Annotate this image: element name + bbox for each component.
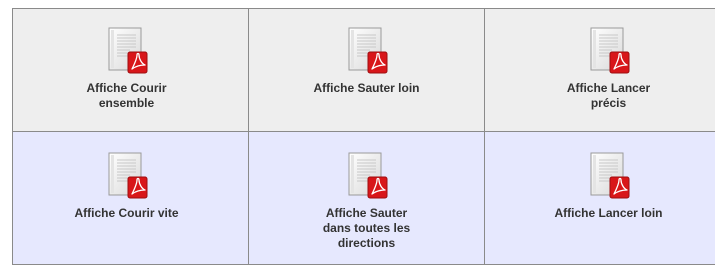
download-cell-lancer-precis[interactable]: Affiche Lancer précis <box>485 9 715 132</box>
download-label[interactable]: Affiche Sauter loin <box>302 81 432 96</box>
pdf-document-icon[interactable] <box>588 27 630 75</box>
grid-row: Affiche Courir ensemble Affiche Sauter l… <box>13 9 715 132</box>
pdf-document-icon[interactable] <box>346 152 388 200</box>
download-label[interactable]: Affiche Sauter dans toutes les direction… <box>302 206 432 251</box>
download-cell-courir-ensemble[interactable]: Affiche Courir ensemble <box>13 9 249 132</box>
pdf-document-icon[interactable] <box>106 152 148 200</box>
grid-row: Affiche Courir vite Affiche Sauter dans … <box>13 132 715 265</box>
downloads-grid: Affiche Courir ensemble Affiche Sauter l… <box>12 8 715 265</box>
download-label[interactable]: Affiche Courir vite <box>62 206 192 221</box>
download-cell-sauter-directions[interactable]: Affiche Sauter dans toutes les direction… <box>249 132 485 265</box>
pdf-document-icon[interactable] <box>588 152 630 200</box>
pdf-document-icon[interactable] <box>346 27 388 75</box>
download-label[interactable]: Affiche Lancer précis <box>544 81 674 111</box>
download-cell-courir-vite[interactable]: Affiche Courir vite <box>13 132 249 265</box>
pdf-document-icon[interactable] <box>106 27 148 75</box>
download-label[interactable]: Affiche Lancer loin <box>544 206 674 221</box>
download-label[interactable]: Affiche Courir ensemble <box>62 81 192 111</box>
download-cell-lancer-loin[interactable]: Affiche Lancer loin <box>485 132 715 265</box>
download-cell-sauter-loin[interactable]: Affiche Sauter loin <box>249 9 485 132</box>
